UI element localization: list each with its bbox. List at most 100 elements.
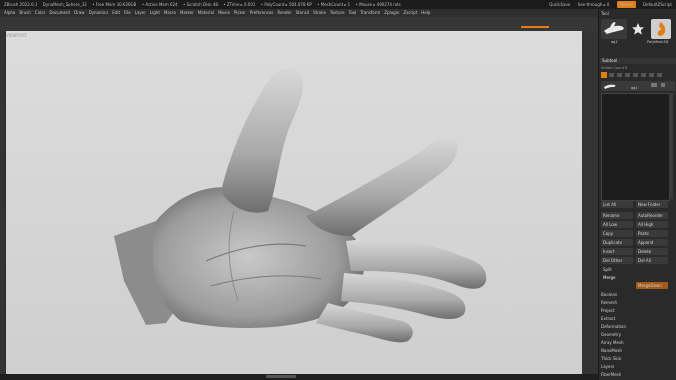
menu-item[interactable]: Document xyxy=(49,10,70,15)
tool-subpalette[interactable]: NanoMesh xyxy=(601,348,622,353)
menu-item[interactable]: Zscript xyxy=(403,10,417,15)
menu-item[interactable]: Zplugin xyxy=(384,10,399,15)
menu-item[interactable]: Picker xyxy=(234,10,246,15)
hand-subtool-icon xyxy=(604,84,616,89)
menus-button[interactable]: Menus xyxy=(616,1,636,8)
menu-item[interactable]: Dynamics xyxy=(89,10,109,15)
default-zscript-button[interactable]: DefaultZScript xyxy=(643,2,672,7)
menu-item[interactable]: Color xyxy=(35,10,45,15)
subtool-scrollbar[interactable] xyxy=(669,93,673,199)
menu-item[interactable]: Layer xyxy=(135,10,146,15)
top-shelf xyxy=(0,17,598,31)
tool-subpalette[interactable]: Deformation xyxy=(601,324,626,329)
thumb-label-polymesh: PolyMesh3D xyxy=(647,40,669,44)
menu-item[interactable]: Alpha xyxy=(4,10,15,15)
subtool-tool-icon[interactable] xyxy=(633,73,638,77)
merge-button[interactable]: Merge xyxy=(601,274,671,281)
ztime: • ZTime ▸ 0.001 xyxy=(223,2,256,7)
subtool-tool-icon[interactable] xyxy=(657,73,662,77)
star-icon[interactable] xyxy=(631,21,645,35)
polypaint-icon[interactable] xyxy=(661,83,665,87)
subtool-action-button[interactable]: Delete xyxy=(636,248,668,255)
bottom-handle[interactable] xyxy=(266,375,296,378)
subtool-action-button[interactable]: All High xyxy=(636,221,668,228)
subtool-action-button[interactable]: Paste xyxy=(636,230,668,237)
menu-item[interactable]: Transform xyxy=(360,10,380,15)
tool-header: Tool xyxy=(601,11,609,16)
document-name: DynaMesh_Sphere_32 xyxy=(42,2,87,7)
quicksave-button[interactable]: QuickSave xyxy=(549,2,570,7)
subtool-toolbar xyxy=(601,72,671,80)
subtool-action-button[interactable]: Insert xyxy=(601,248,633,255)
menu-item[interactable]: Brush xyxy=(19,10,31,15)
menu-item[interactable]: Draw xyxy=(74,10,84,15)
menu-item[interactable]: Macro xyxy=(164,10,176,15)
subtool-tool-icon[interactable] xyxy=(641,73,646,77)
subtool-action-button[interactable]: Duplicate xyxy=(601,239,633,246)
menu-item[interactable]: Stroke xyxy=(313,10,326,15)
subtool-active-icon[interactable] xyxy=(601,72,607,78)
menu-item[interactable]: Preferences xyxy=(250,10,274,15)
mouse-readout: • Mouse ▸ 490274 rots xyxy=(355,2,401,7)
remesh-section[interactable]: Remesh xyxy=(601,300,617,305)
thumb-label-hand: ag1 xyxy=(611,40,618,44)
list-all-button[interactable]: List All xyxy=(601,201,633,208)
polycount: • PolyCount ▸ 504.078 KP xyxy=(260,2,312,7)
subtool-action-button[interactable]: Rename xyxy=(601,212,633,219)
subtool-section-header[interactable]: Subtool xyxy=(600,58,676,64)
tool-subpalette[interactable]: Thick Skin xyxy=(601,356,621,361)
shelf-accent xyxy=(521,26,549,28)
subtool-action-button[interactable]: Copy xyxy=(601,230,633,237)
tool-subpalette[interactable]: Layers xyxy=(601,364,614,369)
title-bar: ZBrush 2022.0.1 DynaMesh_Sphere_32 • Fre… xyxy=(0,0,676,9)
subtool-tool-icon[interactable] xyxy=(609,73,614,77)
menu-item[interactable]: Marker xyxy=(180,10,194,15)
menu-item[interactable]: Light xyxy=(150,10,160,15)
subtool-action-button[interactable]: Append xyxy=(636,239,668,246)
subtool-name: ag1 xyxy=(631,86,638,90)
subtool-action-button[interactable]: All Low xyxy=(601,221,633,228)
tool-thumbnails: ag1 PolyMesh3D xyxy=(601,19,675,47)
tool-subpalette[interactable]: FiberMesh xyxy=(601,372,621,377)
bottom-bar xyxy=(0,374,598,380)
right-shelf xyxy=(582,31,598,374)
subtool-row[interactable]: ag1 xyxy=(601,81,675,91)
hand-thumbnail[interactable] xyxy=(601,19,627,39)
free-mem: • Free Mem 30.626GB xyxy=(92,2,137,7)
main-menu-bar: Alpha Brush Color Document Draw Dynamics Edit F… xyxy=(0,9,676,17)
tool-palette: Tool ag1 PolyMesh3D Subtool Visible Coun… xyxy=(598,9,676,380)
menu-item[interactable]: Edit xyxy=(112,10,120,15)
menu-item[interactable]: Render xyxy=(277,10,291,15)
project-section[interactable]: Project xyxy=(601,308,615,313)
extract-section[interactable]: Extract xyxy=(601,316,615,321)
menu-item[interactable]: Stencil xyxy=(296,10,310,15)
menu-item[interactable]: File xyxy=(124,10,131,15)
subtool-tool-icon[interactable] xyxy=(649,73,654,77)
menu-item[interactable]: Movie xyxy=(218,10,230,15)
menu-item[interactable]: Texture xyxy=(330,10,345,15)
menu-item[interactable]: Material xyxy=(198,10,214,15)
left-shelf xyxy=(0,31,5,374)
subtool-tool-icon[interactable] xyxy=(617,73,622,77)
polymesh-thumbnail[interactable] xyxy=(651,19,671,39)
viewport-label: VIEWPORT xyxy=(6,33,27,38)
visibility-eye-icon[interactable] xyxy=(651,83,657,87)
meshcount: • MeshCount ▸ 1 xyxy=(317,2,351,7)
boolean-section[interactable]: Boolean xyxy=(601,292,617,297)
menu-item[interactable]: Help xyxy=(421,10,430,15)
split-button[interactable]: Split xyxy=(601,266,671,273)
subtool-list[interactable] xyxy=(601,93,670,201)
subtool-action-button[interactable]: Del Other xyxy=(601,257,633,264)
canvas-viewport[interactable] xyxy=(6,31,582,374)
menu-item[interactable]: Tool xyxy=(349,10,357,15)
subtool-tool-icon[interactable] xyxy=(625,73,630,77)
new-folder-button[interactable]: New Folder xyxy=(636,201,668,208)
subtool-action-button[interactable]: AutoReorder xyxy=(636,212,668,219)
active-mem: • Active Mem 624 xyxy=(141,2,178,7)
visible-count[interactable]: Visible Count 6 xyxy=(601,66,627,70)
merge-down-button[interactable]: MergeDown xyxy=(636,282,668,289)
tool-subpalette[interactable]: Array Mesh xyxy=(601,340,624,345)
subtool-action-button[interactable]: Del All xyxy=(636,257,668,264)
see-through-slider[interactable]: See-through ▸ 0 xyxy=(578,2,610,7)
tool-subpalette[interactable]: Geometry xyxy=(601,332,621,337)
